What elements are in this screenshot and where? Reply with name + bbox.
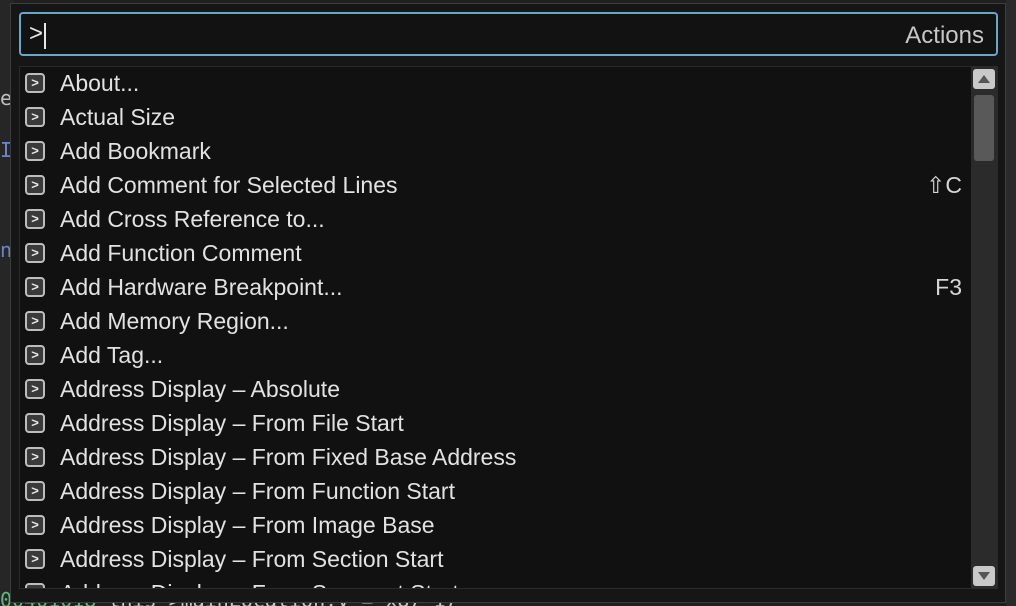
command-item[interactable]: > Add Memory Region... — [20, 305, 970, 339]
scroll-thumb[interactable] — [974, 95, 994, 161]
command-item[interactable]: > Address Display – From Segment Start — [20, 577, 970, 588]
action-icon: > — [25, 413, 45, 433]
command-label: Add Cross Reference to... — [60, 206, 325, 232]
command-search-input[interactable] — [25, 18, 849, 50]
action-icon: > — [25, 107, 45, 127]
scroll-down-button[interactable] — [973, 566, 995, 586]
action-icon: > — [25, 277, 45, 297]
action-icon: > — [25, 243, 45, 263]
command-label: Address Display – From Function Start — [60, 478, 455, 504]
command-label: Address Display – From Fixed Base Addres… — [60, 444, 517, 470]
command-label: Address Display – Absolute — [60, 376, 340, 402]
command-label: About... — [60, 70, 140, 96]
action-icon: > — [25, 175, 45, 195]
action-icon: > — [25, 141, 45, 161]
command-label: Actual Size — [60, 104, 176, 130]
action-icon: > — [25, 73, 45, 93]
command-label: Add Memory Region... — [60, 308, 289, 334]
command-label: Address Display – From Image Base — [60, 512, 435, 538]
action-icon: > — [25, 379, 45, 399]
command-label: Address Display – From Section Start — [60, 546, 444, 572]
action-icon: > — [25, 447, 45, 467]
action-icon: > — [25, 345, 45, 365]
command-label: Add Bookmark — [60, 138, 211, 164]
command-item[interactable]: > Address Display – Absolute — [20, 373, 970, 407]
text-caret — [44, 23, 46, 49]
command-item[interactable]: > Address Display – From Function Start — [20, 475, 970, 509]
command-list[interactable]: > About... > Actual Size > Add Bookmark > Add C… — [20, 67, 970, 588]
command-label: Address Display – From Segment Start — [60, 580, 459, 588]
command-item[interactable]: > Add Cross Reference to... — [20, 203, 970, 237]
command-label: Address Display – From File Start — [60, 410, 404, 436]
command-list-container: > About... > Actual Size > Add Bookmark > Add C… — [19, 66, 998, 589]
command-item[interactable]: > Actual Size — [20, 101, 970, 135]
command-item[interactable]: > Address Display – From File Start — [20, 407, 970, 441]
command-search-box[interactable]: Actions — [19, 12, 998, 56]
command-label: Add Hardware Breakpoint... — [60, 274, 343, 300]
command-item[interactable]: > Add Bookmark — [20, 135, 970, 169]
arrow-down-icon — [978, 572, 990, 580]
command-item[interactable]: > Address Display – From Section Start — [20, 543, 970, 577]
command-label: Add Function Comment — [60, 240, 302, 266]
command-item[interactable]: > Address Display – From Fixed Base Addre… — [20, 441, 970, 475]
palette-mode-label: Actions — [905, 22, 984, 49]
vertical-scrollbar[interactable] — [971, 67, 997, 588]
command-palette: Actions > About... > Actual Size > Add Bookma… — [10, 3, 1006, 603]
background-right-strip — [1006, 0, 1016, 606]
command-shortcut: ⇧C — [926, 172, 962, 198]
command-item[interactable]: > Add Function Comment — [20, 237, 970, 271]
action-icon: > — [25, 583, 45, 588]
arrow-up-icon — [978, 75, 990, 83]
command-label: Add Comment for Selected Lines — [60, 172, 398, 198]
command-item[interactable]: > Add Hardware Breakpoint... F3 — [20, 271, 970, 305]
command-item[interactable]: > Address Display – From Image Base — [20, 509, 970, 543]
command-item[interactable]: > About... — [20, 67, 970, 101]
command-label: Add Tag... — [60, 342, 164, 368]
command-shortcut: F3 — [935, 274, 962, 300]
command-item[interactable]: > Add Comment for Selected Lines ⇧C — [20, 169, 970, 203]
action-icon: > — [25, 481, 45, 501]
scroll-up-button[interactable] — [973, 69, 995, 89]
action-icon: > — [25, 515, 45, 535]
action-icon: > — [25, 311, 45, 331]
action-icon: > — [25, 549, 45, 569]
action-icon: > — [25, 209, 45, 229]
command-item[interactable]: > Add Tag... — [20, 339, 970, 373]
